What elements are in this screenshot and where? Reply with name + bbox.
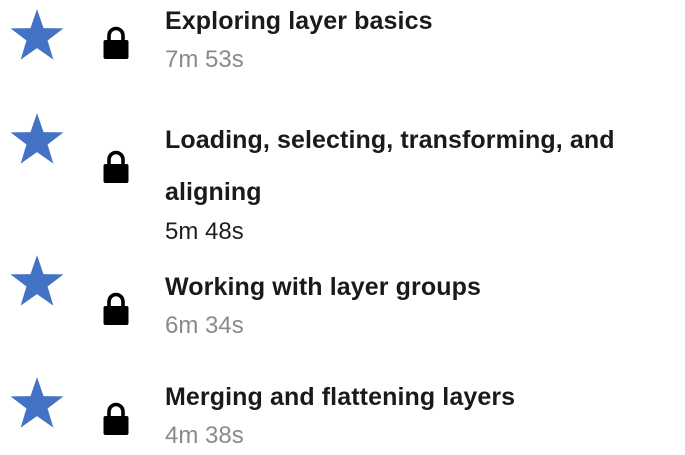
lock-icon [103,402,129,435]
lock-icon [103,150,129,183]
item-duration: 4m 38s [165,422,244,449]
item-text: Working with layer groups 6m 34s [165,268,680,340]
star-icon[interactable] [8,8,66,66]
list-item[interactable]: Loading, selecting, transforming, and al… [0,108,685,245]
star-icon[interactable] [8,112,66,170]
list-item[interactable]: Merging and flattening layers 4m 38s [0,360,685,455]
item-title[interactable]: Working with layer groups [165,268,680,306]
star-icon[interactable] [8,376,66,434]
list-item[interactable]: Exploring layer basics 7m 53s [0,0,685,100]
item-title[interactable]: Merging and flattening layers [165,378,680,416]
item-duration: 5m 48s [165,218,244,245]
item-title[interactable]: Exploring layer basics [165,2,680,40]
lock-icon [103,292,129,325]
lock-icon [103,26,129,59]
item-duration: 7m 53s [165,46,244,73]
star-icon[interactable] [8,254,66,312]
item-text: Merging and flattening layers 4m 38s [165,378,680,450]
course-list: Exploring layer basics 7m 53s Loading, s… [0,0,685,455]
item-text: Loading, selecting, transforming, and al… [165,114,680,246]
list-item[interactable]: Working with layer groups 6m 34s [0,250,685,350]
item-text: Exploring layer basics 7m 53s [165,2,680,74]
item-duration: 6m 34s [165,312,244,339]
item-title[interactable]: Loading, selecting, transforming, and al… [165,114,680,218]
